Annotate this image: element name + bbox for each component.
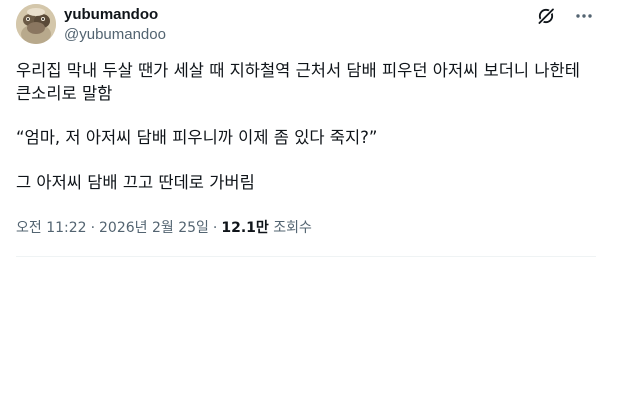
- tweet-time[interactable]: 오전 11:22: [16, 220, 87, 236]
- avatar-image: [16, 4, 56, 44]
- meta-separator: ·: [90, 220, 96, 236]
- views-count: 12.1만: [221, 220, 269, 236]
- divider: [16, 256, 596, 257]
- meta-separator: ·: [212, 220, 218, 236]
- user-handle[interactable]: @yubumandoo: [64, 26, 166, 44]
- tweet-card: yubumandoo @yubumandoo 우리집 막내 두살 땐가 세살 때…: [0, 0, 610, 402]
- tweet-header: yubumandoo @yubumandoo: [16, 4, 596, 44]
- display-name[interactable]: yubumandoo: [64, 6, 158, 24]
- more-icon: [576, 14, 592, 18]
- grok-icon: [537, 7, 555, 25]
- more-options-button[interactable]: [572, 4, 596, 28]
- tweet-text: 우리집 막내 두살 땐가 세살 때 지하철역 근처서 담배 피우던 아저씨 보더…: [16, 60, 596, 194]
- tweet-paragraph: 그 아저씨 담배 끄고 딴데로 가버림: [16, 172, 255, 192]
- tweet-paragraph: “엄마, 저 아저씨 담배 피우니까 이제 좀 있다 죽지?”: [16, 128, 378, 147]
- tweet-date[interactable]: 2026년 2월 25일: [99, 220, 209, 236]
- grok-button[interactable]: [534, 4, 558, 28]
- views-label: 조회수: [273, 220, 312, 236]
- tweet-paragraph: 우리집 막내 두살 땐가 세살 때 지하철역 근처서 담배 피우던 아저씨 보더…: [16, 61, 580, 103]
- tweet-meta: 오전 11:22 · 2026년 2월 25일 · 12.1만 조회수: [16, 218, 312, 238]
- avatar[interactable]: [16, 4, 56, 44]
